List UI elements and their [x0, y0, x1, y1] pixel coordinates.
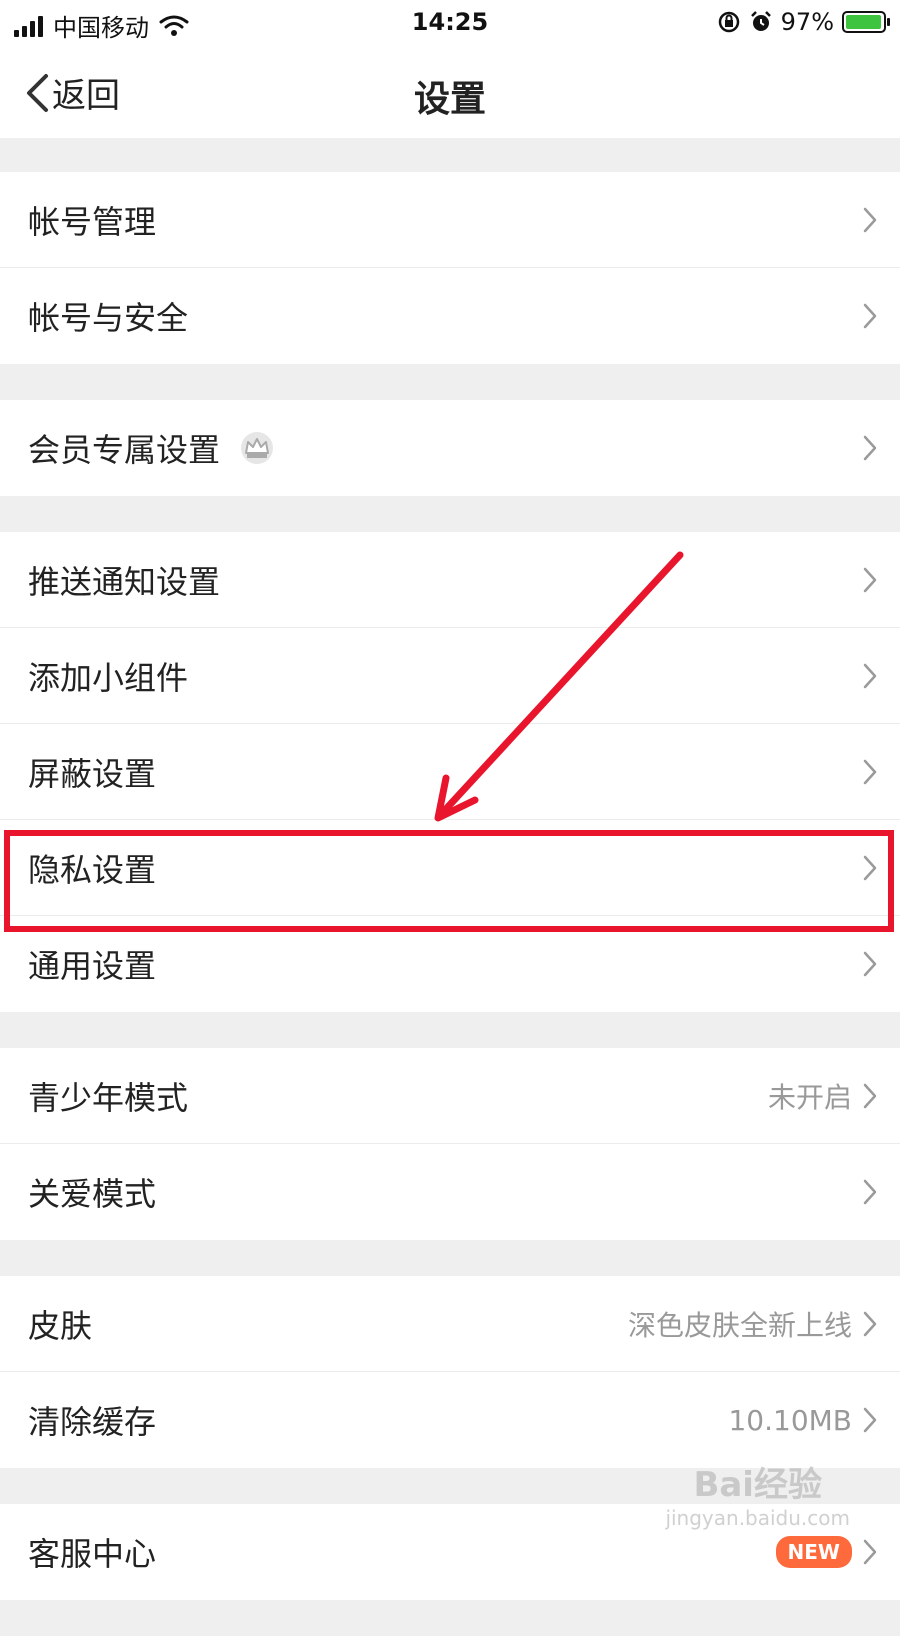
chevron-right-icon: [862, 854, 878, 882]
settings-row[interactable]: 帐号管理: [0, 172, 900, 268]
battery-icon: [842, 11, 890, 33]
settings-row[interactable]: 帐号与安全: [0, 268, 900, 364]
settings-row-label: 青少年模式: [28, 1078, 189, 1117]
settings-row[interactable]: 添加小组件: [0, 628, 900, 724]
settings-row-value: 10.10MB: [728, 1403, 852, 1437]
settings-row-label: 通用设置: [28, 947, 157, 985]
navigation-bar: 返回 设置: [0, 46, 900, 138]
settings-group: 推送通知设置 添加小组件屏蔽设置隐私设置通用设置: [0, 532, 900, 1012]
settings-row-label: 推送通知设置: [28, 562, 221, 601]
settings-row-label: 添加小组件: [28, 658, 189, 697]
new-badge: NEW: [775, 1536, 852, 1568]
settings-row[interactable]: 皮肤 深色皮肤全新上线: [0, 1276, 900, 1372]
chevron-right-icon: [862, 206, 878, 234]
settings-row[interactable]: 通用设置: [0, 916, 900, 1012]
settings-row[interactable]: 清除缓存 10.10MB: [0, 1372, 900, 1468]
chevron-right-icon: [862, 1310, 878, 1338]
settings-row-label: 关爱模式: [28, 1175, 157, 1213]
battery-percent: 97%: [780, 8, 834, 36]
settings-row[interactable]: 隐私设置: [0, 820, 900, 916]
settings-list: 帐号管理帐号与安全会员专属设置 推送通知设置 添加小组件屏蔽设置隐私设置通用设置青少…: [0, 172, 900, 1636]
settings-row-label: 隐私设置: [28, 850, 157, 889]
battery-fill: [846, 15, 881, 29]
chevron-right-icon: [862, 662, 878, 690]
chevron-right-icon: [862, 434, 878, 462]
settings-group: 客服中心 NEW: [0, 1504, 900, 1600]
chevron-right-icon: [862, 1178, 878, 1206]
settings-row[interactable]: 会员专属设置: [0, 400, 900, 496]
settings-row[interactable]: 客服中心 NEW: [0, 1504, 900, 1600]
settings-group: 帐号管理 帐号与安全: [0, 172, 900, 364]
settings-row-value: 深色皮肤全新上线: [627, 1309, 852, 1342]
wifi-icon: [159, 15, 189, 36]
page-title: 设置: [413, 79, 486, 120]
settings-row[interactable]: 推送通知设置: [0, 532, 900, 628]
signal-icon: [14, 15, 43, 37]
status-bar: 中国移动 14:25 97%: [0, 0, 900, 46]
chevron-right-icon: [862, 1082, 878, 1110]
settings-row-label: 清除缓存: [28, 1403, 157, 1441]
chevron-right-icon: [862, 1538, 878, 1566]
crown-icon: [238, 431, 276, 465]
chevron-right-icon: [862, 758, 878, 786]
settings-group: 皮肤 深色皮肤全新上线清除缓存 10.10MB: [0, 1276, 900, 1468]
settings-row-label: 帐号与安全: [28, 299, 189, 337]
carrier-name: 中国移动: [53, 14, 149, 42]
rotation-lock-icon: [718, 11, 739, 33]
settings-group: 青少年模式 未开启关爱模式: [0, 1048, 900, 1240]
settings-row[interactable]: 青少年模式 未开启: [0, 1048, 900, 1144]
alarm-icon: [750, 11, 771, 31]
settings-row-label: 屏蔽设置: [28, 754, 157, 793]
settings-row-label: 皮肤: [28, 1306, 93, 1345]
chevron-right-icon: [862, 566, 878, 594]
settings-row[interactable]: 关爱模式: [0, 1144, 900, 1240]
settings-row-label: 帐号管理: [28, 202, 157, 241]
settings-row-value: 未开启: [767, 1081, 852, 1114]
settings-row-label: 客服中心: [28, 1535, 157, 1573]
chevron-right-icon: [862, 302, 878, 330]
settings-row[interactable]: 屏蔽设置: [0, 724, 900, 820]
chevron-right-icon: [862, 950, 878, 978]
chevron-right-icon: [862, 1406, 878, 1434]
settings-group: 会员专属设置: [0, 400, 900, 496]
settings-row-label: 会员专属设置: [28, 431, 221, 469]
